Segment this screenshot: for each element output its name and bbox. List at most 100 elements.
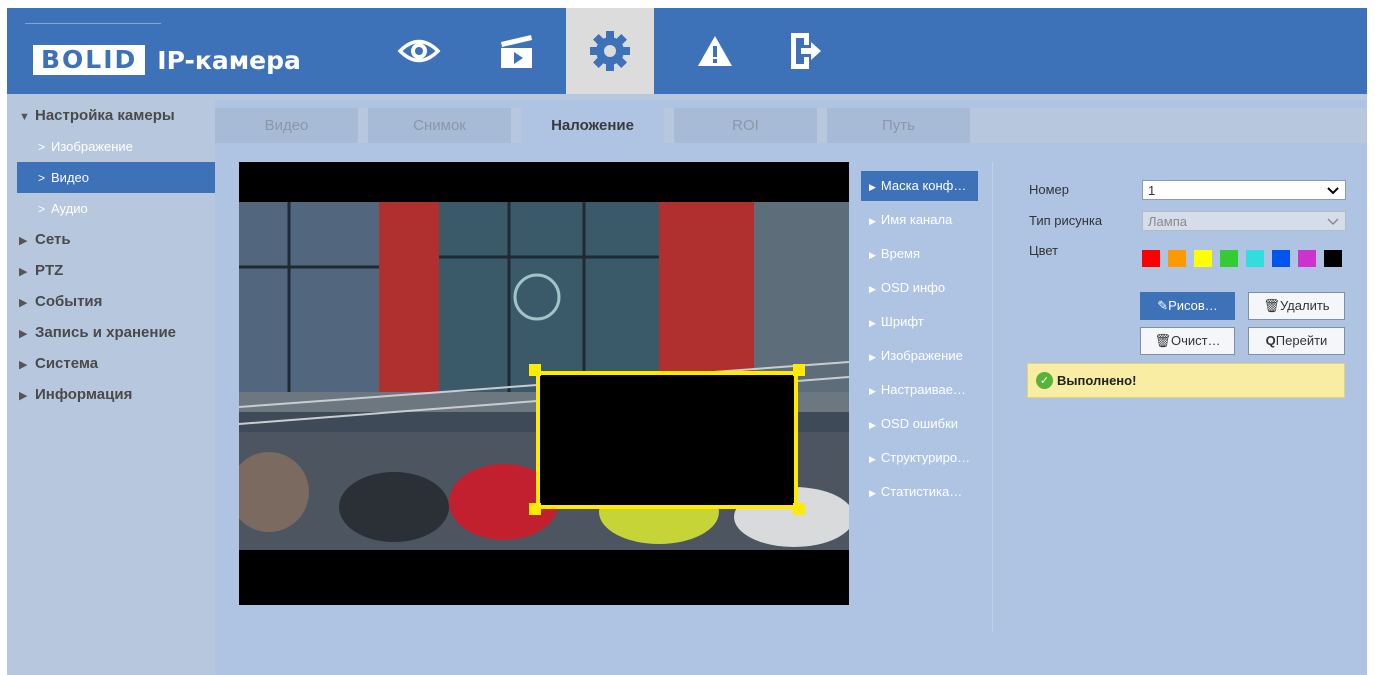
- triangle-right-icon: ▶: [869, 488, 876, 498]
- tab-snapshot[interactable]: Снимок: [368, 108, 511, 143]
- sidebar-group-label: Система: [35, 355, 99, 372]
- submenu-item-osd-info[interactable]: ▶ OSD инфо: [861, 273, 991, 307]
- sidebar-group-network[interactable]: ▶ Сеть: [7, 224, 215, 255]
- sidebar-item-audio[interactable]: > Аудио: [7, 193, 215, 224]
- sidebar-item-video[interactable]: > Видео: [17, 162, 215, 193]
- number-label: Номер: [1029, 182, 1070, 197]
- triangle-right-icon: ▶: [19, 266, 28, 278]
- clear-button[interactable]: 🗑Очист…: [1140, 327, 1235, 355]
- delete-button[interactable]: 🗑Удалить: [1248, 292, 1345, 320]
- sidebar-group-ptz[interactable]: ▶ PTZ: [7, 255, 215, 286]
- sidebar-group-label: Сеть: [35, 231, 71, 248]
- chevron-down-icon: [1327, 181, 1339, 207]
- color-swatch[interactable]: [1220, 250, 1238, 267]
- header: BOLID IP-камера: [7, 8, 1367, 94]
- submenu-item-time[interactable]: ▶ Время: [861, 239, 991, 273]
- goto-button[interactable]: QПерейти: [1248, 327, 1345, 355]
- sidebar: ▼ Настройка камеры > Изображение > Видео > А…: [7, 100, 215, 675]
- nav-settings[interactable]: [566, 8, 654, 94]
- content-panel: Видео Снимок Наложение ROI Путь ▶ Маска …: [215, 100, 1367, 675]
- tab-bar: Видео Снимок Наложение ROI Путь: [215, 108, 1367, 143]
- triangle-right-icon: ▶: [19, 235, 28, 247]
- submenu-item-osd-errors[interactable]: ▶ OSD ошибки: [861, 409, 991, 443]
- shape-type-value: Лампа: [1148, 214, 1187, 229]
- draw-button-label: Рисов…: [1168, 298, 1218, 313]
- submenu-item-label: Структуриро…: [880, 450, 971, 465]
- triangle-right-icon: ▶: [19, 328, 28, 340]
- mask-handle[interactable]: [529, 364, 541, 376]
- submenu-item-statistics[interactable]: ▶ Статистика…: [861, 477, 991, 511]
- color-swatch[interactable]: [1324, 250, 1342, 267]
- chevron-right-icon: >: [38, 140, 46, 154]
- delete-button-label: Удалить: [1279, 298, 1330, 313]
- mask-handle[interactable]: [529, 503, 541, 515]
- submenu-item-font[interactable]: ▶ Шрифт: [861, 307, 991, 341]
- sidebar-group-info[interactable]: ▶ Информация: [7, 379, 215, 410]
- tab-path[interactable]: Путь: [827, 108, 970, 143]
- nav-playback[interactable]: [473, 8, 561, 94]
- triangle-right-icon: ▶: [869, 386, 876, 396]
- triangle-right-icon: ▶: [869, 250, 876, 260]
- triangle-right-icon: ▶: [19, 359, 28, 371]
- shape-type-label: Тип рисунка: [1029, 213, 1103, 228]
- submenu-item-image[interactable]: ▶ Изображение: [861, 341, 991, 375]
- submenu-item-privacy-mask[interactable]: ▶ Маска конф…: [861, 171, 978, 201]
- sidebar-item-label: Видео: [51, 170, 89, 185]
- color-swatch[interactable]: [1142, 250, 1160, 267]
- triangle-right-icon: ▶: [869, 318, 876, 328]
- sidebar-item-image[interactable]: > Изображение: [7, 131, 215, 162]
- color-swatch[interactable]: [1246, 250, 1264, 267]
- submenu-item-label: Настраивае…: [880, 382, 966, 397]
- triangle-down-icon: ▼: [19, 111, 30, 123]
- tab-overlay[interactable]: Наложение: [521, 108, 664, 143]
- submenu-item-label: Изображение: [880, 348, 963, 363]
- sidebar-group-events[interactable]: ▶ События: [7, 286, 215, 317]
- panel-divider: [992, 162, 993, 632]
- sidebar-group-system[interactable]: ▶ Система: [7, 348, 215, 379]
- triangle-right-icon: ▶: [869, 182, 876, 192]
- logo-mark: BOLID: [33, 45, 146, 75]
- app-window: BOLID IP-камера ▼ Настройка камеры > Изо…: [7, 8, 1367, 675]
- overlay-submenu: ▶ Маска конф… ▶ Имя канала ▶ Время ▶ OSD инф…: [861, 171, 991, 511]
- sidebar-group-camera-settings[interactable]: ▼ Настройка камеры: [7, 100, 215, 131]
- submenu-item-label: OSD ошибки: [880, 416, 959, 431]
- pencil-icon: ✎: [1157, 298, 1169, 313]
- submenu-item-label: Шрифт: [880, 314, 924, 329]
- privacy-mask-region[interactable]: [536, 371, 798, 509]
- logo: BOLID IP-камера: [33, 44, 301, 76]
- tab-roi[interactable]: ROI: [674, 108, 817, 143]
- status-notice: ✓ Выполнено!: [1027, 363, 1345, 398]
- triangle-right-icon: ▶: [19, 390, 28, 402]
- sidebar-group-storage[interactable]: ▶ Запись и хранение: [7, 317, 215, 348]
- search-icon: Q: [1265, 333, 1276, 348]
- number-select[interactable]: 1: [1142, 180, 1346, 200]
- chevron-right-icon: >: [38, 171, 46, 185]
- submenu-item-label: Имя канала: [880, 212, 953, 227]
- sidebar-group-label: Информация: [35, 386, 133, 403]
- submenu-item-custom[interactable]: ▶ Настраивае…: [861, 375, 991, 409]
- tab-video[interactable]: Видео: [215, 108, 358, 143]
- check-circle-icon: ✓: [1036, 372, 1053, 389]
- alarm-icon: [698, 36, 732, 66]
- nav-logout[interactable]: [761, 8, 849, 94]
- submenu-item-label: OSD инфо: [880, 280, 946, 295]
- submenu-item-channel-name[interactable]: ▶ Имя канала: [861, 205, 991, 239]
- submenu-item-structuring[interactable]: ▶ Структуриро…: [861, 443, 991, 477]
- gear-icon: [590, 31, 630, 71]
- video-preview[interactable]: [239, 162, 849, 605]
- nav-live-view[interactable]: [375, 8, 463, 94]
- trash-icon: 🗑: [1154, 333, 1171, 348]
- trash-icon: 🗑: [1263, 298, 1280, 313]
- color-swatch[interactable]: [1298, 250, 1316, 267]
- draw-button[interactable]: ✎Рисов…: [1140, 292, 1235, 320]
- color-swatch[interactable]: [1272, 250, 1290, 267]
- color-swatch[interactable]: [1168, 250, 1186, 267]
- clear-button-label: Очист…: [1170, 333, 1221, 348]
- nav-alarm[interactable]: [671, 8, 759, 94]
- number-select-value: 1: [1148, 183, 1156, 198]
- mask-handle[interactable]: [793, 503, 805, 515]
- mask-handle[interactable]: [793, 364, 805, 376]
- shape-type-select[interactable]: Лампа: [1142, 211, 1346, 231]
- chevron-right-icon: >: [38, 202, 46, 216]
- color-swatch[interactable]: [1194, 250, 1212, 267]
